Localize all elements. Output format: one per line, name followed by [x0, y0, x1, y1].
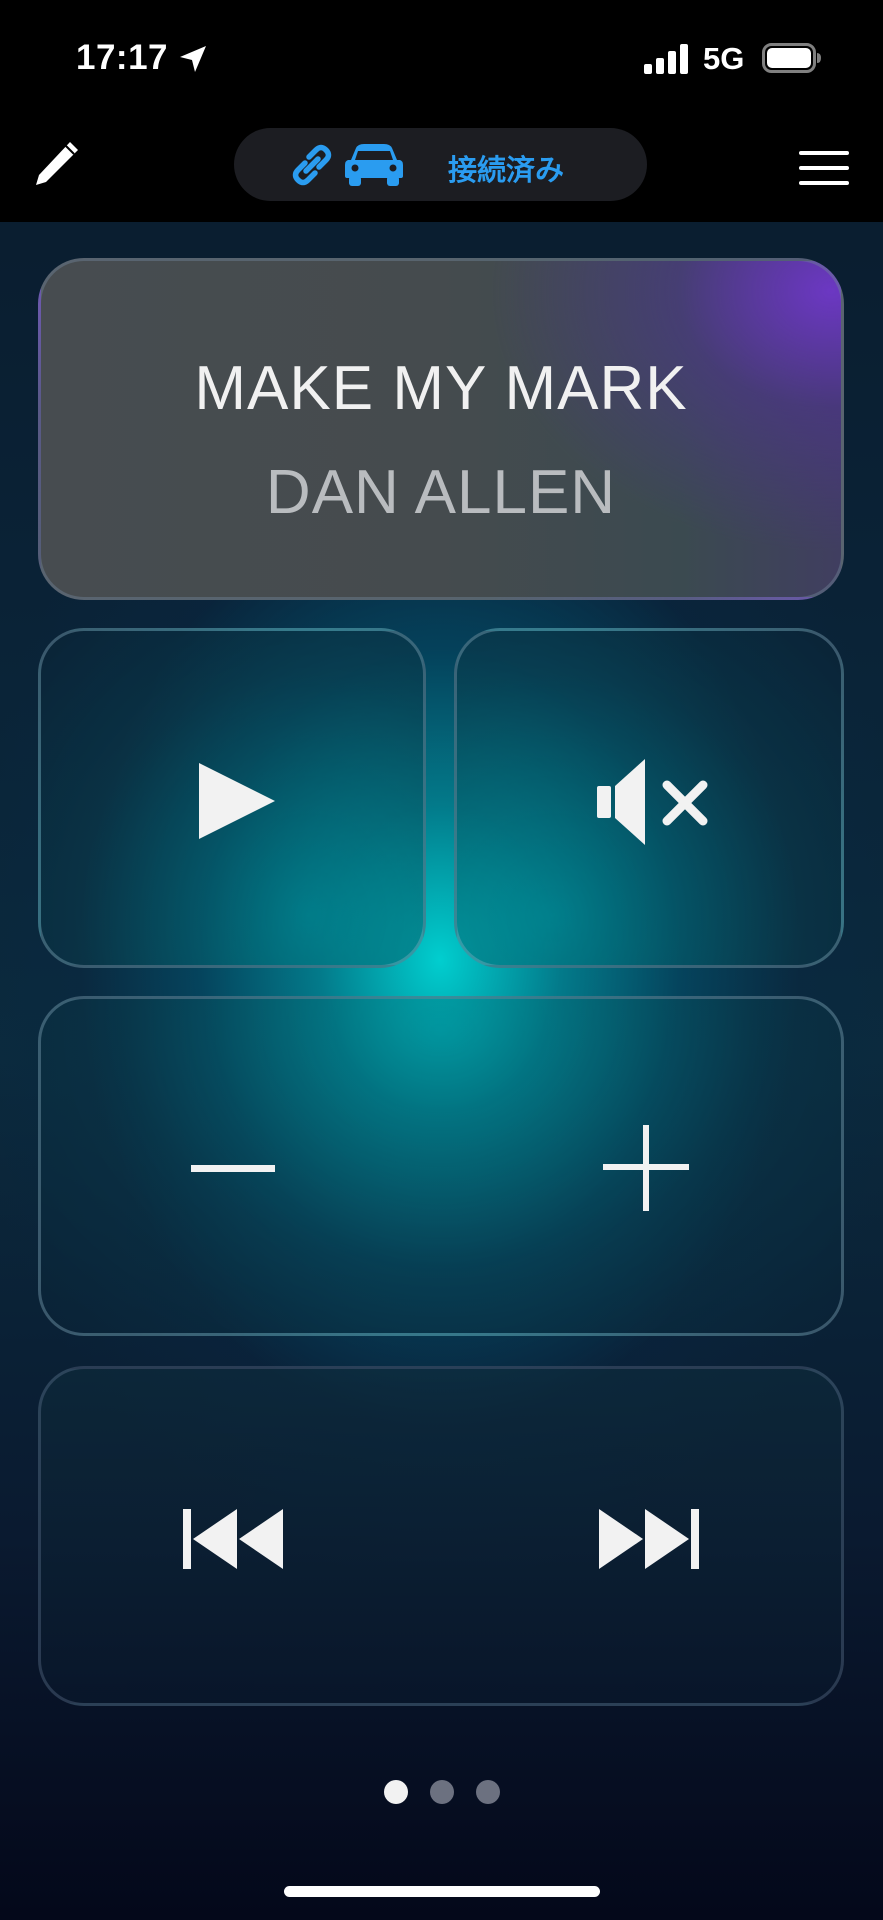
- battery-icon: [762, 43, 821, 73]
- track-skip-control: [38, 1366, 844, 1706]
- link-icon: [292, 144, 332, 186]
- skip-next-icon[interactable]: [595, 1507, 701, 1571]
- page-dot-2[interactable]: [430, 1780, 454, 1804]
- skip-previous-icon[interactable]: [181, 1507, 287, 1571]
- signal-bars-icon: [644, 44, 688, 74]
- page-indicator: [380, 1780, 504, 1806]
- status-bar: 17:17 5G: [0, 0, 883, 110]
- nav-bar: 接続済み: [0, 110, 883, 222]
- play-button[interactable]: [38, 628, 426, 968]
- speaker-mute-icon: [597, 759, 708, 845]
- hamburger-menu-icon[interactable]: [796, 146, 854, 190]
- page-dot-3[interactable]: [476, 1780, 500, 1804]
- volume-control: [38, 996, 844, 1336]
- pencil-icon[interactable]: [30, 138, 82, 190]
- network-type-label: 5G: [703, 41, 745, 76]
- minus-icon[interactable]: [191, 1127, 275, 1211]
- mute-button[interactable]: [454, 628, 844, 968]
- page-dot-1[interactable]: [384, 1780, 408, 1804]
- now-playing-card: MAKE MY MARK DAN ALLEN: [38, 258, 844, 600]
- play-icon: [199, 763, 275, 839]
- plus-icon[interactable]: [603, 1125, 689, 1211]
- car-icon: [345, 144, 403, 186]
- connection-status-label: 接続済み: [448, 153, 565, 187]
- connection-status-pill[interactable]: 接続済み: [234, 128, 647, 201]
- track-artist: DAN ALLEN: [265, 458, 617, 527]
- home-indicator[interactable]: [284, 1886, 600, 1897]
- app-screen: 17:17 5G 接続済み MAKE MY MARK DAN ALLEN: [0, 0, 883, 1920]
- status-time: 17:17: [76, 38, 169, 77]
- track-title: MAKE MY MARK: [194, 354, 688, 423]
- location-arrow-icon: [180, 46, 206, 72]
